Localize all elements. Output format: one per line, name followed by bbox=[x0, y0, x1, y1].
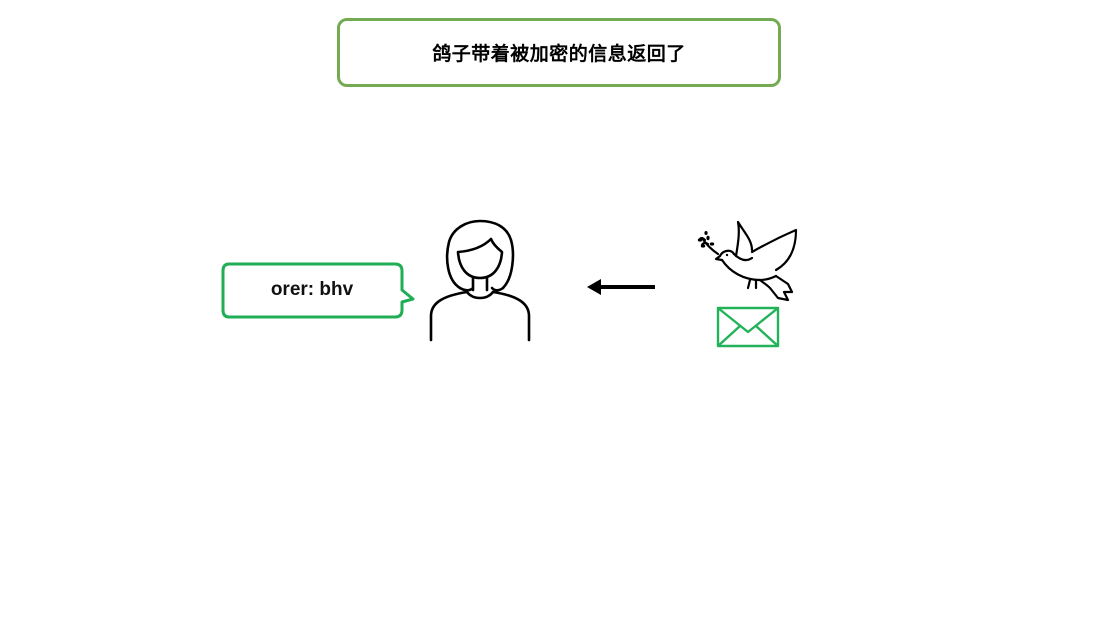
dove-with-olive-branch-icon bbox=[697, 220, 798, 302]
title-box: 鸽子带着被加密的信息返回了 bbox=[337, 18, 781, 87]
woman-icon bbox=[429, 219, 531, 342]
arrow-left-icon bbox=[587, 279, 655, 295]
envelope-icon bbox=[716, 306, 780, 348]
speech-bubble: orer: bhv bbox=[221, 262, 421, 320]
speech-bubble-text: orer: bhv bbox=[270, 279, 354, 300]
diagram-title: 鸽子带着被加密的信息返回了 bbox=[432, 43, 686, 65]
